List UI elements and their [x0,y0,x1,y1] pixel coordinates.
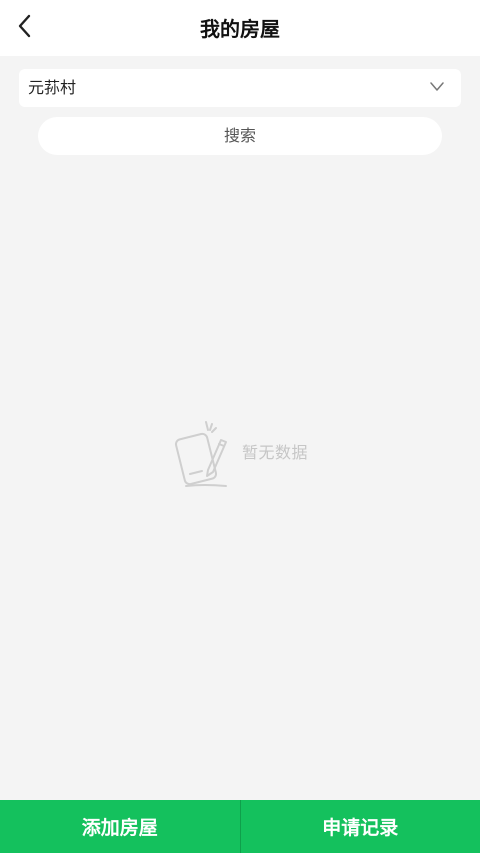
page-title: 我的房屋 [200,17,280,41]
top-navigation-bar: 我的房屋 [0,0,480,56]
village-select-value: 元荪村 [28,78,77,97]
add-house-button[interactable]: 添加房屋 [0,800,240,853]
empty-document-icon [174,421,227,487]
application-records-button[interactable]: 申请记录 [240,800,480,853]
chevron-down-icon [430,82,444,91]
empty-state-text: 暂无数据 [242,443,309,462]
search-button[interactable]: 搜索 [38,117,442,155]
bottom-action-bar: 添加房屋 申请记录 [0,800,480,853]
village-select[interactable]: 元荪村 [19,69,461,107]
